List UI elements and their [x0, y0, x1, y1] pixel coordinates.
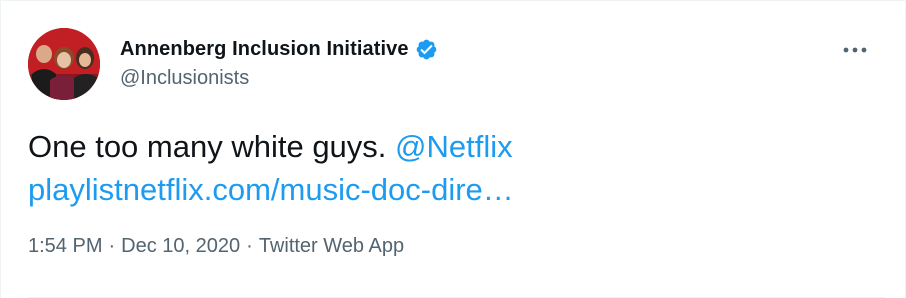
tweet-date[interactable]: Dec 10, 2020	[121, 235, 240, 258]
avatar[interactable]	[28, 28, 100, 100]
tweet-card: Annenberg Inclusion Initiative @Inclusio…	[0, 0, 906, 298]
more-options-button[interactable]	[839, 38, 871, 62]
tweet-source[interactable]: Twitter Web App	[259, 235, 404, 258]
tweet-header: Annenberg Inclusion Initiative @Inclusio…	[28, 28, 885, 102]
tweet-text: One too many white guys. @Netflix playli…	[28, 125, 514, 211]
tweet-text-plain: One too many white guys.	[28, 129, 396, 164]
tweet-text-line-1: One too many white guys. @Netflix	[28, 125, 514, 168]
mention-link[interactable]: @Netflix	[395, 129, 513, 164]
url-link[interactable]: playlistnetflix.com/music-doc-dire…	[28, 172, 514, 207]
meta-separator: ·	[246, 235, 253, 257]
display-name[interactable]: Annenberg Inclusion Initiative	[120, 38, 409, 61]
display-name-row: Annenberg Inclusion Initiative	[120, 36, 438, 62]
tweet-text-line-2: playlistnetflix.com/music-doc-dire…	[28, 168, 514, 211]
avatar-photo-icon	[28, 28, 100, 100]
ellipsis-icon	[843, 47, 867, 53]
tweet-time[interactable]: 1:54 PM	[28, 235, 102, 258]
meta-separator: ·	[108, 235, 116, 257]
verified-badge-icon	[415, 38, 438, 61]
tweet-meta: 1:54 PM · Dec 10, 2020 · Twitter Web App	[28, 235, 404, 258]
author-handle[interactable]: @Inclusionists	[120, 67, 438, 90]
author-names: Annenberg Inclusion Initiative @Inclusio…	[120, 36, 438, 90]
